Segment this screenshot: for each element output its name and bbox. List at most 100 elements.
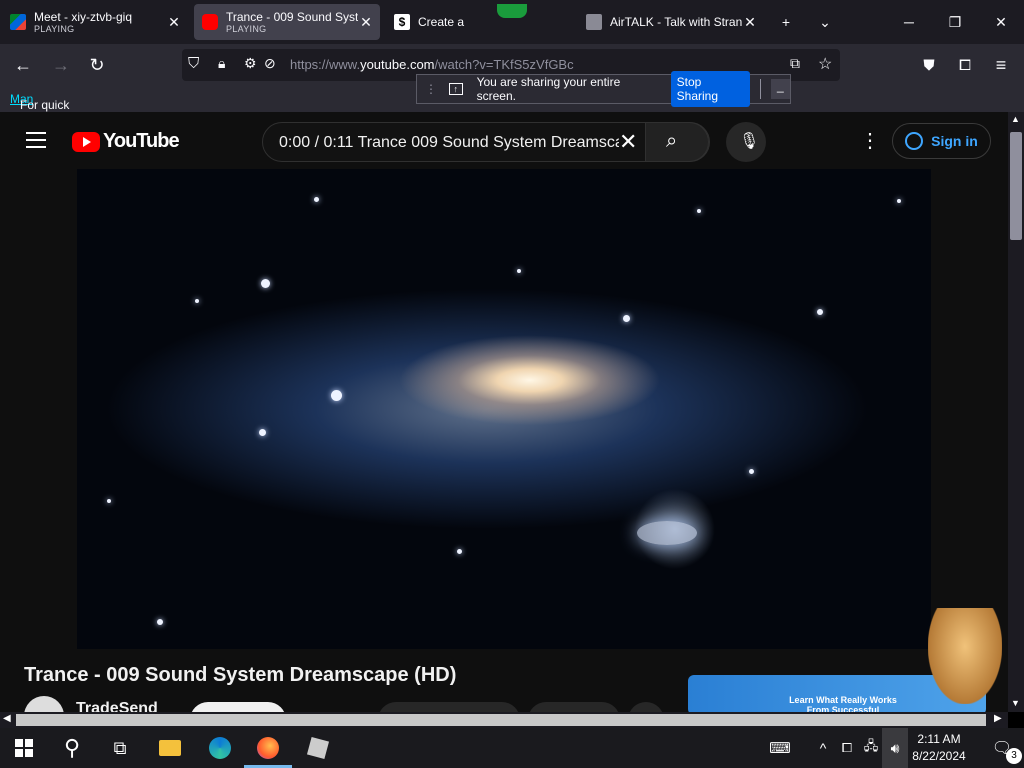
- tab-create[interactable]: $ Create a: [386, 4, 572, 40]
- recording-indicator-icon: [497, 4, 527, 18]
- close-tab-icon[interactable]: ✕: [358, 14, 374, 31]
- channel-name[interactable]: TradeSend: [76, 700, 158, 712]
- voice-search-button[interactable]: 🎙︎: [726, 122, 766, 162]
- close-tab-icon[interactable]: ✕: [166, 14, 182, 31]
- notification-count-badge: 3: [1006, 748, 1022, 764]
- menu-hamburger-icon[interactable]: ≡: [986, 50, 1016, 80]
- guide-menu-icon[interactable]: [26, 132, 46, 148]
- horizontal-scroll-thumb[interactable]: [16, 714, 986, 726]
- more-actions-button[interactable]: [628, 702, 664, 712]
- url-prefix: https://www.: [290, 57, 361, 72]
- youtube-header: YouTube 0:00 / 0:11 Trance 009 Sound Sys…: [0, 112, 1008, 170]
- back-arrow-icon[interactable]: ←: [8, 50, 38, 80]
- forward-arrow-icon[interactable]: →: [46, 50, 76, 80]
- bookmarks-hint: For quick access, place your bookmarks h…: [10, 92, 79, 210]
- notification-center-icon[interactable]: 🗨︎ 3: [978, 728, 1024, 768]
- youtube-icon: [202, 14, 218, 30]
- youtube-logo-icon[interactable]: [72, 132, 100, 152]
- search-box[interactable]: 0:00 / 0:11 Trance 009 Sound System Drea…: [262, 122, 710, 162]
- scroll-up-icon[interactable]: ▲: [1011, 114, 1020, 124]
- list-tabs-chevron-icon[interactable]: ⌄: [802, 0, 848, 44]
- star: [457, 549, 462, 554]
- minimize-banner-icon[interactable]: _: [770, 79, 790, 99]
- search-input[interactable]: 0:00 / 0:11 Trance 009 Sound System Drea…: [279, 134, 619, 152]
- star: [517, 269, 521, 273]
- roblox-icon[interactable]: [294, 728, 342, 768]
- tab-status: PLAYING: [226, 23, 267, 34]
- bookmark-star-icon[interactable]: ☆: [818, 54, 832, 74]
- screen-share-banner: ⋮ ↑ You are sharing your entire screen. …: [416, 71, 791, 107]
- vertical-scroll-thumb[interactable]: [1010, 132, 1022, 240]
- share-screen-icon: ↑: [449, 83, 463, 95]
- drag-handle-icon[interactable]: ⋮: [425, 82, 437, 96]
- search-button[interactable]: ⌕: [645, 122, 709, 162]
- stop-sharing-button[interactable]: Stop Sharing: [670, 71, 750, 107]
- more-vertical-icon[interactable]: ⋮: [860, 128, 880, 153]
- network-icon[interactable]: 🖧︎: [858, 728, 884, 768]
- ad-text: Learn What Really Works From Successful …: [789, 695, 897, 712]
- show-hidden-icons-icon[interactable]: ^: [810, 728, 836, 768]
- scroll-left-icon[interactable]: ◀: [3, 713, 11, 724]
- sign-in-label: Sign in: [931, 133, 978, 149]
- tab-title: Meet - xiy-ztvb-giq: [34, 9, 133, 24]
- autoplay-blocked-icon[interactable]: ⊘: [264, 55, 276, 72]
- task-view-icon[interactable]: ⧉: [96, 728, 144, 768]
- search-icon: ⌕: [666, 130, 678, 152]
- system-clock[interactable]: 2:11 AM 8/22/2024: [908, 731, 970, 765]
- shield-icon[interactable]: ⛉: [188, 55, 199, 72]
- tab-title: Create a: [418, 15, 465, 29]
- tab-meet[interactable]: Meet - xiy-ztvb-giq PLAYING ✕: [2, 4, 188, 40]
- meet-now-icon[interactable]: ⧠: [834, 728, 860, 768]
- reload-icon[interactable]: ↻: [82, 50, 112, 80]
- edge-browser-icon[interactable]: [196, 728, 244, 768]
- picture-in-picture-icon[interactable]: ⧉: [790, 55, 800, 72]
- like-dislike-button[interactable]: [378, 702, 520, 712]
- extensions-icon[interactable]: ⧠: [950, 50, 980, 80]
- close-tab-icon[interactable]: ✕: [742, 14, 758, 31]
- volume-icon[interactable]: 🔊︎: [882, 728, 908, 768]
- star: [697, 209, 701, 213]
- scroll-down-icon[interactable]: ▼: [1011, 698, 1020, 708]
- clear-search-icon[interactable]: ✕: [619, 129, 637, 155]
- video-title: Trance - 009 Sound System Dreamscape (HD…: [24, 664, 457, 686]
- star: [107, 499, 111, 503]
- tab-youtube[interactable]: Trance - 009 Sound Syste PLAYING ✕: [194, 4, 380, 40]
- account-icon: [905, 132, 924, 150]
- star: [157, 619, 163, 625]
- url-domain: youtube.com: [360, 57, 435, 72]
- star: [897, 199, 901, 203]
- sign-in-button[interactable]: Sign in: [892, 123, 991, 159]
- url-text[interactable]: https://www.youtube.com/watch?v=TKfS5zVf…: [290, 57, 574, 72]
- star: [817, 309, 823, 315]
- dollar-site-icon: $: [394, 14, 410, 30]
- close-window-icon[interactable]: ✕: [978, 0, 1024, 44]
- scroll-right-icon[interactable]: ▶: [994, 713, 1002, 724]
- star: [623, 315, 630, 322]
- keyboard-icon[interactable]: ⌨: [756, 728, 804, 768]
- firefox-icon[interactable]: [244, 728, 292, 768]
- microphone-icon: 🎙︎: [739, 133, 760, 150]
- pocket-icon[interactable]: ⛊: [914, 50, 944, 80]
- start-windows-icon[interactable]: [0, 728, 48, 768]
- star: [331, 390, 342, 401]
- channel-avatar[interactable]: [24, 696, 64, 712]
- vertical-scrollbar[interactable]: ▲ ▼: [1008, 112, 1024, 712]
- restore-icon[interactable]: ❐: [932, 0, 978, 44]
- share-banner-text: You are sharing your entire screen.: [476, 75, 621, 103]
- star: [749, 469, 754, 474]
- search-icon[interactable]: ⚲: [48, 728, 96, 768]
- permissions-icon[interactable]: ⚙: [244, 55, 257, 72]
- youtube-logo-text[interactable]: YouTube: [103, 130, 180, 153]
- tab-airtalk[interactable]: AirTALK - Talk with Strang ✕: [578, 4, 764, 40]
- tab-status: PLAYING: [34, 23, 75, 34]
- minimize-icon[interactable]: ─: [886, 0, 932, 44]
- lock-icon[interactable]: 🔒︎: [218, 55, 225, 72]
- video-player[interactable]: [77, 169, 931, 649]
- subscribe-button[interactable]: [190, 702, 286, 712]
- share-button[interactable]: [528, 702, 620, 712]
- file-explorer-icon[interactable]: [146, 728, 194, 768]
- star: [195, 299, 199, 303]
- star: [259, 429, 266, 436]
- url-path: /watch?v=TKfS5zVfGBc: [434, 57, 574, 72]
- horizontal-scrollbar[interactable]: ◀ ▶: [0, 712, 1008, 728]
